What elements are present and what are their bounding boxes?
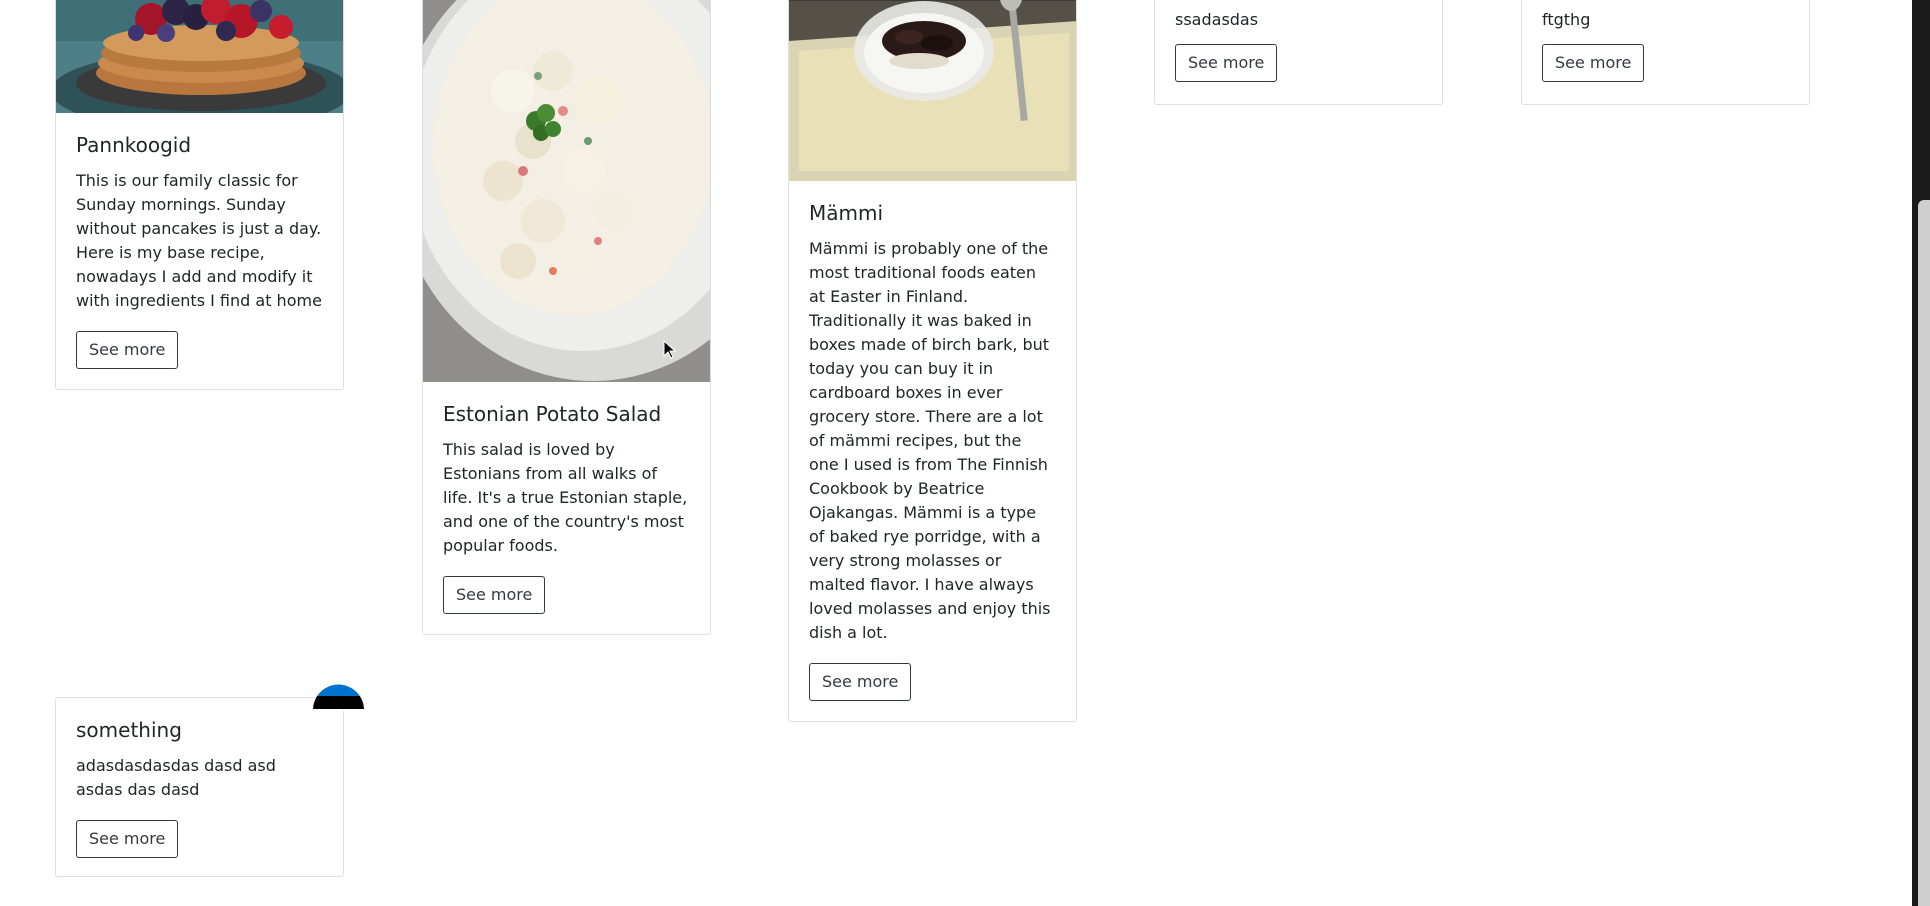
recipes-page: Pannkoogid This is our family classic fo…: [0, 0, 1930, 906]
see-more-button[interactable]: See more: [1542, 44, 1645, 82]
card-description: ssadasdas: [1175, 10, 1259, 29]
recipe-card-4: ssadasdas See more: [1154, 0, 1443, 105]
card-title: something: [76, 718, 182, 742]
recipe-card-something: something adasdasdasdas dasd asd asdas d…: [55, 697, 344, 877]
card-title: Mämmi: [809, 201, 884, 225]
card-title: Estonian Potato Salad: [443, 402, 662, 426]
card-description: ftgthg: [1542, 10, 1591, 29]
see-more-button[interactable]: See more: [1175, 44, 1278, 82]
recipe-image-potato-salad[interactable]: [423, 0, 710, 382]
see-more-button[interactable]: See more: [809, 663, 912, 701]
recipe-card-estonian-potato-salad: Estonian Potato Salad This salad is love…: [422, 0, 711, 635]
mammi-image: [789, 0, 1076, 181]
card-description: This is our family classic for Sunday mo…: [76, 171, 322, 310]
recipe-card-pannkoogid: Pannkoogid This is our family classic fo…: [55, 0, 344, 390]
cursor-icon: [663, 339, 677, 360]
card-description: Mämmi is probably one of the most tradit…: [809, 239, 1051, 642]
recipe-card-5: ftgthg See more: [1521, 0, 1810, 105]
see-more-button[interactable]: See more: [76, 820, 179, 858]
estonia-flag-graphic: [313, 684, 364, 711]
page-scrollbar-thumb[interactable]: [1918, 200, 1930, 906]
see-more-button[interactable]: See more: [76, 331, 179, 369]
potato-salad-image: [423, 0, 710, 382]
recipe-image-pancakes[interactable]: [56, 0, 343, 113]
recipe-image-mammi[interactable]: [789, 0, 1076, 181]
recipe-card-mammi: Mämmi Mämmi is probably one of the most …: [788, 0, 1077, 722]
estonia-flag-icon[interactable]: [313, 677, 364, 711]
card-description: adasdasdasdas dasd asd asdas das dasd: [76, 756, 276, 799]
pancakes-image: [56, 0, 343, 113]
card-description: This salad is loved by Estonians from al…: [443, 440, 688, 555]
see-more-button[interactable]: See more: [443, 576, 546, 614]
card-title: Pannkoogid: [76, 133, 192, 157]
